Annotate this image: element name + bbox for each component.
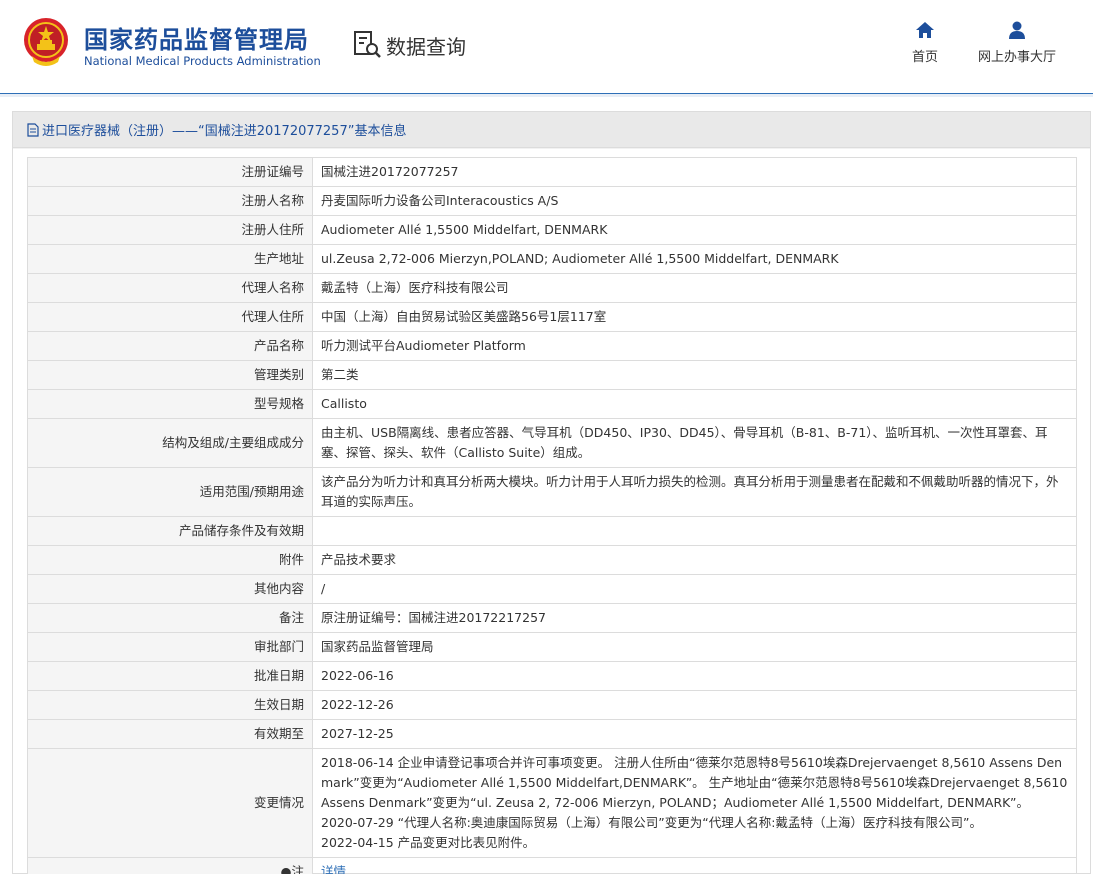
site-title-cn[interactable]: 国家药品监督管理局 xyxy=(84,20,309,55)
table-row: 附件 产品技术要求 xyxy=(27,545,1077,575)
field-value-change-history: 2018-06-14 企业申请登记事项合并许可事项变更。 注册人住所由“德莱尔范… xyxy=(312,748,1077,858)
field-value: Callisto xyxy=(312,389,1077,419)
panel-body: 注册证编号 国械注进20172077257 注册人名称 丹麦国际听力设备公司Inte… xyxy=(13,149,1090,874)
table-row: 型号规格 Callisto xyxy=(27,389,1077,419)
details-link[interactable]: 详情 xyxy=(321,864,346,874)
table-row: 批准日期 2022-06-16 xyxy=(27,661,1077,691)
field-label: 备注 xyxy=(27,603,313,633)
field-value: ul.Zeusa 2,72-006 Mierzyn,POLAND; Audiom… xyxy=(312,244,1077,274)
field-value: 国家药品监督管理局 xyxy=(312,632,1077,662)
table-row: 注册证编号 国械注进20172077257 xyxy=(27,157,1077,187)
field-label: 产品名称 xyxy=(27,331,313,361)
table-row: 审批部门 国家药品监督管理局 xyxy=(27,632,1077,662)
field-label: 附件 xyxy=(27,545,313,575)
field-label: 注册证编号 xyxy=(27,157,313,187)
field-value: 国械注进20172077257 xyxy=(312,157,1077,187)
field-label: ●注 xyxy=(27,857,313,874)
table-row: 变更情况 2018-06-14 企业申请登记事项合并许可事项变更。 注册人住所由… xyxy=(27,748,1077,858)
nav-online-service-hall-label: 网上办事大厅 xyxy=(978,50,1057,65)
national-emblem-icon xyxy=(24,18,68,66)
field-label: 适用范围/预期用途 xyxy=(27,467,313,517)
field-value: 由主机、USB隔离线、患者应答器、气导耳机（DD450、IP30、DD45）、骨… xyxy=(312,418,1077,468)
field-label: 批准日期 xyxy=(27,661,313,691)
field-value: / xyxy=(312,574,1077,604)
table-row: 产品名称 听力测试平台Audiometer Platform xyxy=(27,331,1077,361)
field-label: 审批部门 xyxy=(27,632,313,662)
field-label: 代理人名称 xyxy=(27,273,313,303)
document-search-icon xyxy=(354,31,381,58)
field-value: 该产品分为听力计和真耳分析两大模块。听力计用于人耳听力损失的检测。真耳分析用于测… xyxy=(312,467,1077,517)
field-label: 代理人住所 xyxy=(27,302,313,332)
table-row: 注册人名称 丹麦国际听力设备公司Interacoustics A/S xyxy=(27,186,1077,216)
table-row: 代理人住所 中国（上海）自由贸易试验区美盛路56号1层117室 xyxy=(27,302,1077,332)
field-label: 管理类别 xyxy=(27,360,313,390)
field-value: 第二类 xyxy=(312,360,1077,390)
field-value: 详情 xyxy=(312,857,1077,874)
table-row: 其他内容 / xyxy=(27,574,1077,604)
user-icon xyxy=(1009,21,1025,39)
field-label: 注册人名称 xyxy=(27,186,313,216)
home-icon xyxy=(916,22,934,38)
change-history-line: 2022-04-15 产品变更对比表见附件。 xyxy=(321,835,536,850)
nav-home-label: 首页 xyxy=(912,50,939,65)
nav-online-service-hall[interactable]: 网上办事大厅 xyxy=(978,20,1056,65)
data-query-label: 数据查询 xyxy=(386,34,466,59)
field-value: 丹麦国际听力设备公司Interacoustics A/S xyxy=(312,186,1077,216)
field-value: 2022-12-26 xyxy=(312,690,1077,720)
field-label: 注册人住所 xyxy=(27,215,313,245)
field-value xyxy=(312,516,1077,546)
site-title-en[interactable]: National Medical Products Administration xyxy=(84,54,321,68)
data-query-title: 数据查询 xyxy=(352,30,466,60)
field-value: 2027-12-25 xyxy=(312,719,1077,749)
field-value: 中国（上海）自由贸易试验区美盛路56号1层117室 xyxy=(312,302,1077,332)
table-row: 生产地址 ul.Zeusa 2,72-006 Mierzyn,POLAND; Au… xyxy=(27,244,1077,274)
document-icon xyxy=(27,122,39,137)
table-row: 代理人名称 戴孟特（上海）医疗科技有限公司 xyxy=(27,273,1077,303)
table-row: 产品储存条件及有效期 xyxy=(27,516,1077,546)
field-label: 生产地址 xyxy=(27,244,313,274)
field-value: 戴孟特（上海）医疗科技有限公司 xyxy=(312,273,1077,303)
change-history-line: 2020-07-29 “代理人名称:奥迪康国际贸易（上海）有限公司”变更为“代理… xyxy=(321,815,982,830)
field-value: 原注册证编号：国械注进20172217257 xyxy=(312,603,1077,633)
table-row: 有效期至 2027-12-25 xyxy=(27,719,1077,749)
detail-panel: 进口医疗器械（注册）——“国械注进20172077257”基本信息 注册证编号国… xyxy=(12,111,1091,874)
field-label: 其他内容 xyxy=(27,574,313,604)
field-value: 产品技术要求 xyxy=(312,545,1077,575)
field-label: 结构及组成/主要组成成分 xyxy=(27,418,313,468)
field-label: 生效日期 xyxy=(27,690,313,720)
site-header: 国家药品监督管理局 National Medical Products Admi… xyxy=(0,0,1093,97)
field-label: 型号规格 xyxy=(27,389,313,419)
field-value: 2022-06-16 xyxy=(312,661,1077,691)
nav-home[interactable]: 首页 xyxy=(912,20,938,65)
field-label: 变更情况 xyxy=(27,748,313,858)
table-row: 管理类别 第二类 xyxy=(27,360,1077,390)
table-row: 注册人住所 Audiometer Allé 1,5500 Middelfart, … xyxy=(27,215,1077,245)
table-row: ●注 详情 xyxy=(27,857,1077,874)
change-history-line: 2018-06-14 企业申请登记事项合并许可事项变更。 注册人住所由“德莱尔范… xyxy=(321,755,1068,810)
table-row: 生效日期 2022-12-26 xyxy=(27,690,1077,720)
table-row: 备注 原注册证编号：国械注进20172217257 xyxy=(27,603,1077,633)
table-row: 适用范围/预期用途 该产品分为听力计和真耳分析两大模块。听力计用于人耳听力损失的检… xyxy=(27,467,1077,517)
table-row: 结构及组成/主要组成成分 由主机、USB隔离线、患者应答器、气导耳机（DD450、… xyxy=(27,418,1077,468)
field-value: 听力测试平台Audiometer Platform xyxy=(312,331,1077,361)
panel-title-bar: 进口医疗器械（注册）——“国械注进20172077257”基本信息 xyxy=(13,112,1090,148)
field-label: 产品储存条件及有效期 xyxy=(27,516,313,546)
field-label: 有效期至 xyxy=(27,719,313,749)
field-value: Audiometer Allé 1,5500 Middelfart, DENMA… xyxy=(312,215,1077,245)
basic-info-table: 注册证编号 国械注进20172077257 注册人名称 丹麦国际听力设备公司Inte… xyxy=(27,157,1077,874)
panel-title: 进口医疗器械（注册）——“国械注进20172077257”基本信息 xyxy=(42,124,407,139)
